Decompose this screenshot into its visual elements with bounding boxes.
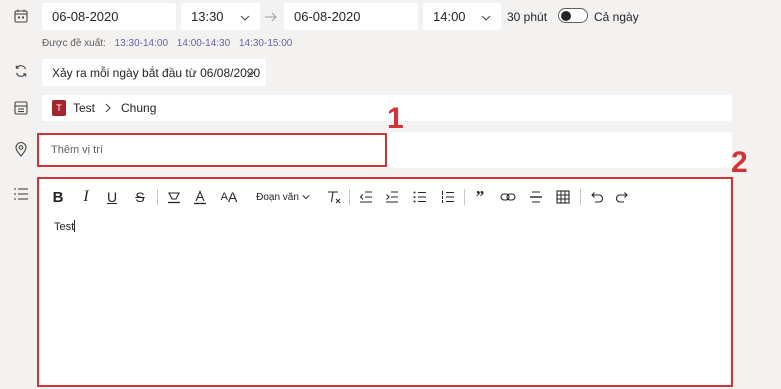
repeat-icon [14,64,28,78]
channel-name: Chung [121,101,157,115]
channel-icon [14,101,28,115]
suggested-label: Được đề xuất: [42,38,106,49]
recurrence-select[interactable]: Xảy ra mỗi ngày bắt đầu từ 06/08/2020 [42,59,266,86]
suggested-time[interactable]: 14:30-15:00 [239,38,292,49]
chevron-down-icon [246,67,256,81]
annotation-label-2: 2 [731,146,748,179]
annotation-box-2 [37,177,733,387]
calendar-icon [14,9,28,23]
arrow-right-icon [264,10,278,28]
toggle-knob [561,11,571,21]
location-pin-icon [15,142,27,157]
all-day-label: Cả ngày [594,10,639,24]
recurrence-value: Xảy ra mỗi ngày bắt đầu từ 06/08/2020 [52,65,261,80]
team-name: Test [73,101,96,115]
duration-label: 30 phút [507,10,548,24]
annotation-label-1: 1 [387,102,404,135]
team-avatar: T [52,100,66,116]
start-time-select[interactable]: 13:30 [181,3,260,30]
start-date-input[interactable]: 06-08-2020 [42,3,176,30]
end-time-value: 14:00 [433,9,466,24]
annotation-box-1 [37,133,387,167]
suggested-time[interactable]: 14:00-14:30 [177,38,230,49]
start-date-value: 06-08-2020 [52,9,119,24]
suggested-times: Được đề xuất: 13:30-14:00 14:00-14:30 14… [42,38,292,49]
chevron-down-icon [240,11,250,26]
end-date-input[interactable]: 06-08-2020 [284,3,418,30]
chevron-right-icon [104,103,112,113]
suggested-time[interactable]: 13:30-14:00 [115,38,168,49]
description-icon [14,188,28,200]
end-date-value: 06-08-2020 [294,9,361,24]
end-time-select[interactable]: 14:00 [423,3,501,30]
chevron-down-icon [481,11,491,26]
all-day-toggle[interactable] [558,8,588,23]
start-time-value: 13:30 [191,9,224,24]
